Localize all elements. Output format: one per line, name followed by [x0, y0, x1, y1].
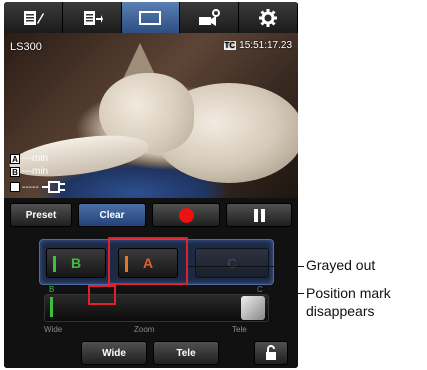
tab-notes[interactable]	[4, 2, 63, 33]
marker-a-row: A ---min	[10, 153, 48, 164]
lock-button[interactable]	[254, 341, 288, 365]
grayed-out-leader-line	[188, 266, 304, 267]
zoom-slider-handle[interactable]	[241, 296, 265, 320]
battery-row: -----	[10, 180, 67, 194]
record-icon	[178, 207, 194, 223]
position-mark-leader-line	[116, 293, 304, 294]
live-view: LS300 TC 15:51:17.23 A ---min B ---min -…	[4, 33, 298, 198]
preset-c-button[interactable]: C	[195, 248, 269, 278]
media-slot-icon	[10, 182, 20, 192]
grayed-out-callout: Grayed out	[306, 257, 376, 273]
top-tab-bar	[4, 2, 298, 33]
position-mark-callout-line2: disappears	[306, 303, 375, 319]
zoom-tele-label: Tele	[232, 325, 247, 334]
timecode-display: TC 15:51:17.23	[223, 40, 292, 51]
marker-b-row: B ---min	[10, 166, 48, 177]
tab-settings[interactable]	[239, 2, 298, 33]
camera-remote-app: LS300 TC 15:51:17.23 A ---min B ---min -…	[4, 2, 298, 368]
clip-name: LS300	[10, 41, 42, 53]
preset-button[interactable]: Preset	[10, 203, 72, 227]
position-mark-callout-line1: Position mark	[306, 285, 391, 301]
list-export-icon	[83, 10, 103, 25]
unlock-icon	[266, 345, 276, 360]
zoom-wide-button[interactable]: Wide	[81, 341, 147, 365]
marker-b-badge: B	[10, 166, 20, 177]
mark-b-position	[50, 297, 53, 317]
tab-viewfinder[interactable]	[121, 2, 181, 33]
tab-metadata[interactable]	[63, 2, 122, 33]
timecode-badge: TC	[223, 41, 237, 50]
record-button[interactable]	[152, 203, 220, 227]
battery-text: -----	[22, 181, 39, 193]
preset-c-label: C	[226, 255, 238, 271]
timecode-value: 15:51:17.23	[239, 40, 292, 51]
clear-button[interactable]: Clear	[78, 203, 146, 227]
zoom-wide-label: Wide	[44, 325, 63, 334]
power-plug-icon	[41, 181, 65, 193]
notepad-pencil-icon	[23, 10, 44, 25]
tab-camera-settings[interactable]	[180, 2, 240, 33]
position-mark-highlight	[88, 285, 116, 305]
marker-b-min: ---min	[22, 166, 49, 177]
preset-b-button[interactable]: B	[46, 248, 106, 278]
gear-icon	[259, 8, 278, 27]
grayed-out-highlight	[108, 237, 188, 285]
zoom-label: Zoom	[134, 325, 155, 334]
monitor-icon	[139, 10, 162, 25]
preset-b-label: B	[70, 255, 82, 271]
marker-a-badge: A	[10, 153, 20, 164]
camera-gear-icon	[199, 8, 221, 26]
zoom-tele-button[interactable]: Tele	[153, 341, 219, 365]
pause-icon	[253, 208, 265, 222]
marker-a-min: ---min	[22, 153, 49, 164]
pause-button[interactable]	[226, 203, 292, 227]
zoom-slider[interactable]: B C	[44, 285, 269, 322]
preset-b-indicator	[53, 256, 56, 272]
mark-b-label: B	[49, 285, 55, 294]
